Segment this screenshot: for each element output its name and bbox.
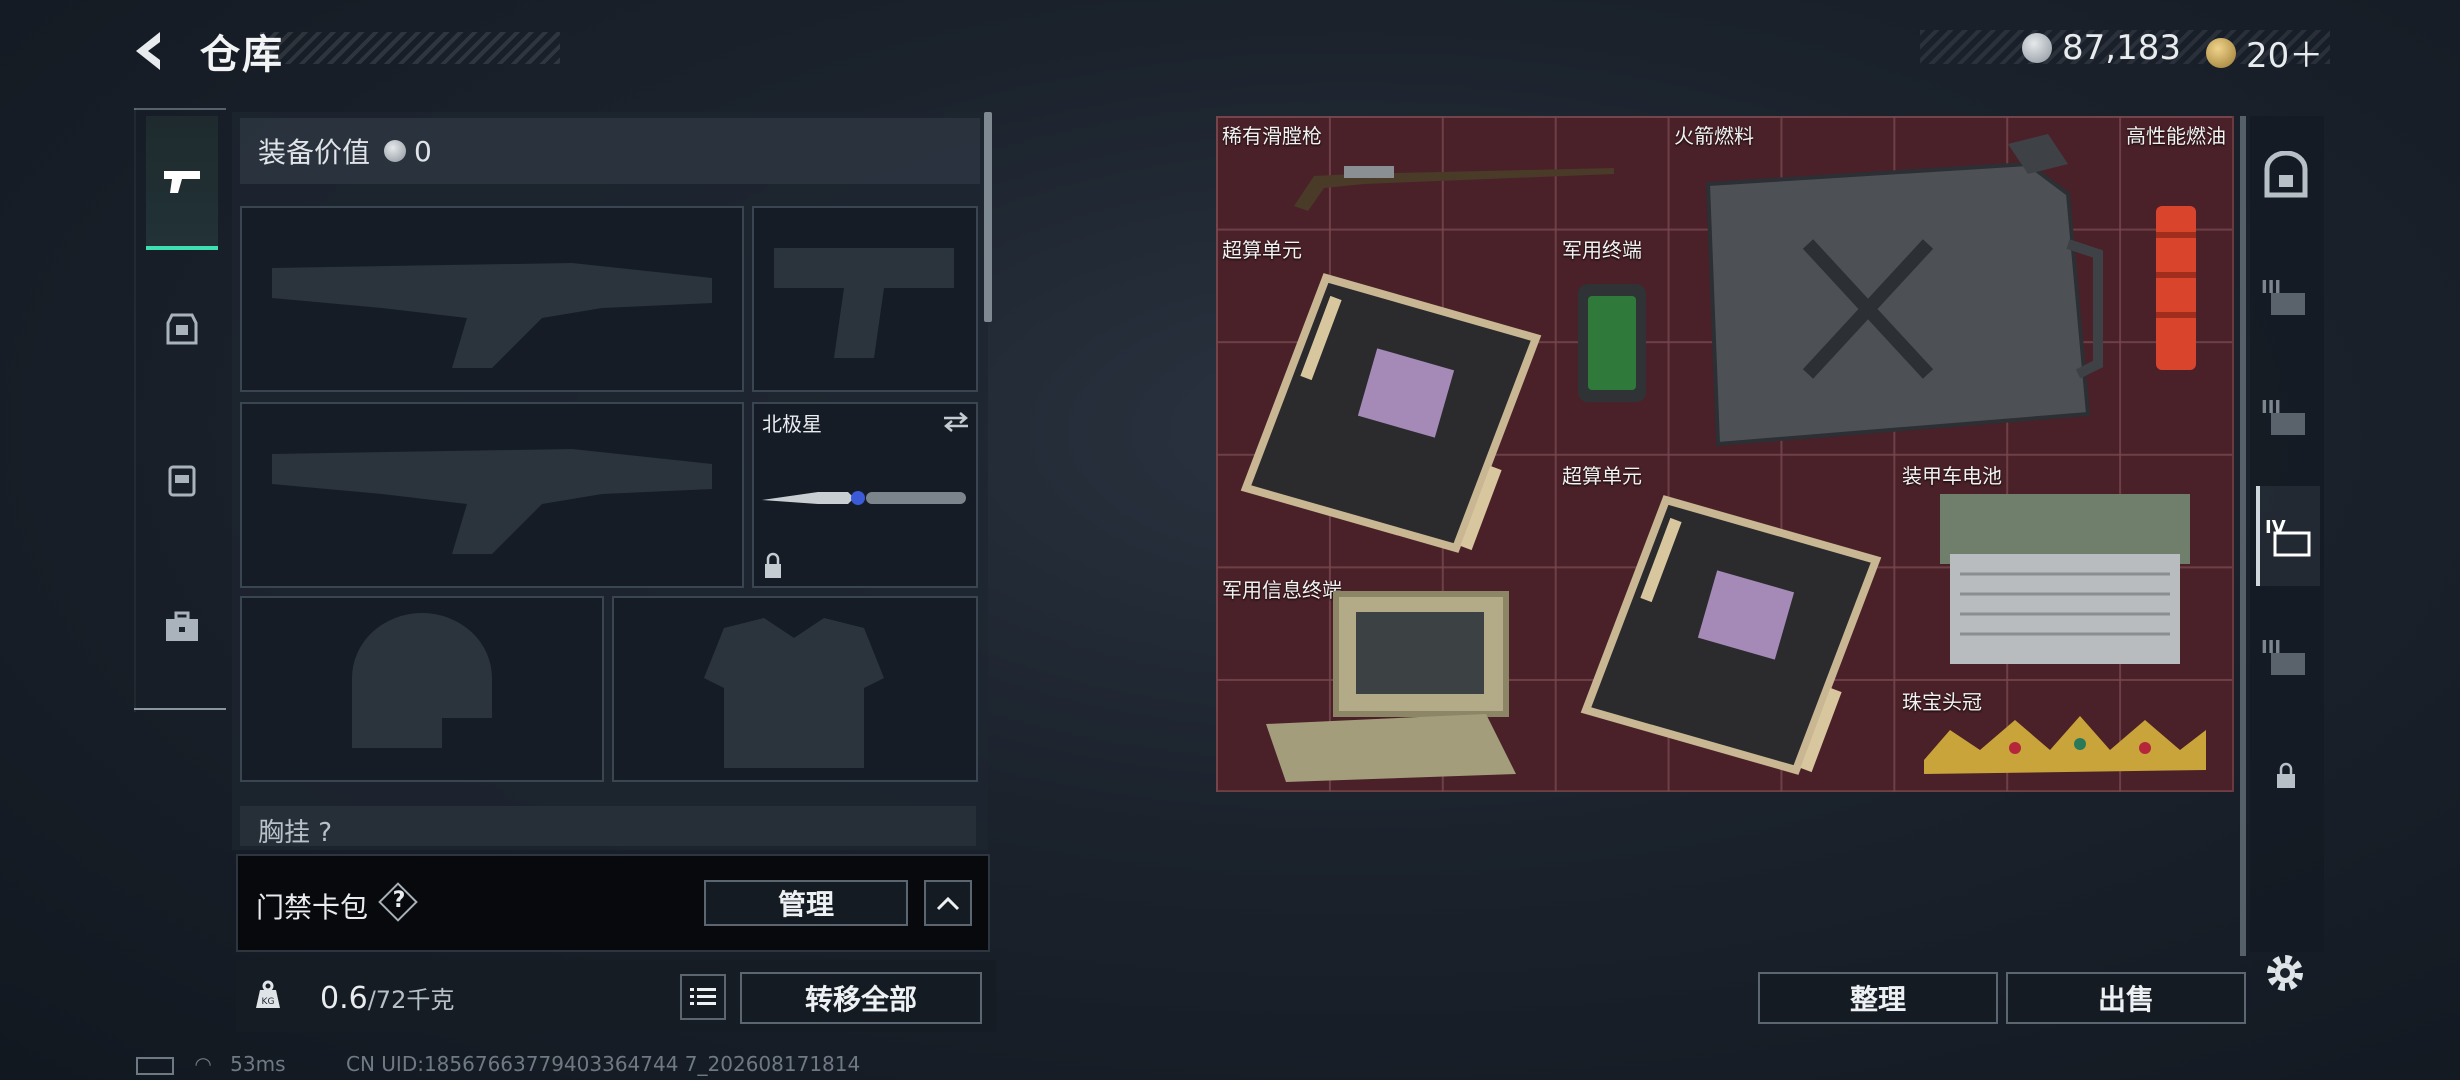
wifi-icon: ◠	[194, 1052, 212, 1076]
jeweled-crown-icon	[1924, 716, 2206, 774]
tab-locked-page[interactable]	[2256, 726, 2316, 826]
keycard-label: 门禁卡包	[256, 891, 369, 924]
lock-icon	[2277, 762, 2295, 788]
helmet-silhouette-icon	[352, 613, 492, 748]
stash-item[interactable]: 超算单元	[1216, 230, 1556, 570]
chest-rig-slot[interactable]	[240, 806, 976, 846]
chevron-up-icon	[936, 896, 960, 911]
gold-amount: 20＋	[2246, 36, 2324, 76]
silver-coin-icon	[2022, 33, 2052, 63]
pistol-silhouette-icon	[774, 248, 954, 358]
tab-rig[interactable]	[146, 264, 218, 394]
swap-icon[interactable]	[940, 410, 972, 434]
armor-slot[interactable]	[612, 596, 978, 782]
weight-icon: KG	[256, 980, 280, 1008]
keycard-manage-button[interactable]: 管理	[704, 880, 908, 926]
knife-icon	[762, 491, 966, 505]
equipment-value-header: 装备价值 0	[240, 118, 980, 184]
stash-item[interactable]: 高性能燃油	[2120, 116, 2232, 456]
capacity-max: /72千克	[367, 986, 455, 1014]
vehicle-battery-icon	[1940, 494, 2190, 664]
equipment-scrollbar[interactable]	[984, 112, 992, 322]
list-icon	[690, 988, 716, 1005]
safe-box-icon	[2264, 151, 2308, 198]
tab-stash-page-4[interactable]: III	[2256, 606, 2316, 706]
stash-item[interactable]: 火箭燃料	[1668, 116, 2120, 456]
tab-safe-box[interactable]	[2256, 126, 2316, 226]
gold-coin-icon	[2206, 37, 2236, 68]
sell-button[interactable]: 出售	[2006, 972, 2246, 1024]
supercomputer-board-icon	[1580, 495, 1882, 775]
currency-silver: 87,183	[2022, 28, 2181, 68]
stash-item[interactable]: 稀有滑膛枪	[1216, 116, 1668, 230]
capacity-current: 0.6	[320, 981, 368, 1016]
stash-item[interactable]: 超算单元	[1556, 456, 1896, 792]
list-view-button[interactable]	[680, 974, 726, 1020]
secondary-weapon-slot[interactable]	[240, 402, 744, 588]
melee-name: 北极星	[762, 412, 822, 436]
item-name: 军用终端	[1562, 238, 1642, 262]
rifle-silhouette-icon	[272, 263, 712, 368]
equipment-value-label: 装备价值	[258, 136, 371, 169]
gear-icon[interactable]	[2262, 950, 2308, 996]
silver-coin-icon	[384, 140, 407, 162]
stash-page-icon: III	[2261, 277, 2305, 315]
capacity-value: 0.6/72千克	[320, 980, 454, 1016]
stash-item[interactable]: 装甲车电池	[1896, 456, 2232, 682]
tab-stash-page-2[interactable]: III	[2256, 366, 2316, 466]
rig-icon	[166, 313, 198, 345]
item-name: 高性能燃油	[2126, 124, 2226, 148]
keycard-collapse-button[interactable]	[924, 880, 972, 926]
user-uid: CN UID:18567663779403364744 7_2026081718…	[346, 1052, 861, 1076]
primary-weapon-slot[interactable]	[240, 206, 744, 392]
briefcase-icon	[166, 611, 198, 641]
silver-amount: 87,183	[2062, 28, 2181, 68]
stash-item[interactable]: 军用信息终端	[1216, 570, 1556, 792]
pistol-icon	[164, 171, 200, 193]
title-decoration	[260, 32, 560, 64]
equipment-value-amount: 0	[414, 134, 432, 168]
military-terminal-icon	[1578, 284, 1646, 402]
supercomputer-board-icon	[1240, 273, 1542, 553]
tab-backpack[interactable]	[146, 414, 218, 544]
fuel-canister-icon	[1705, 134, 2103, 447]
stash-item[interactable]: 军用终端	[1556, 230, 1668, 456]
stash-item[interactable]: 珠宝头冠	[1896, 682, 2232, 792]
backpack-icon	[168, 465, 196, 497]
musket-icon	[1294, 166, 1614, 211]
tab-stash-page-3[interactable]: IV	[2256, 486, 2320, 586]
tab-weapons[interactable]	[146, 116, 218, 250]
helmet-slot[interactable]	[240, 596, 604, 782]
currency-gold: 20＋	[2206, 28, 2323, 77]
tab-case[interactable]	[146, 562, 218, 692]
pistol-slot[interactable]	[752, 206, 978, 392]
sidebar-divider-bottom	[134, 708, 226, 710]
back-arrow-icon[interactable]	[128, 28, 174, 74]
lock-icon	[765, 552, 781, 578]
network-status: ◠ 53ms	[136, 1052, 286, 1076]
stash-page-icon: III	[2261, 397, 2305, 435]
transfer-all-button[interactable]: 转移全部	[740, 972, 982, 1024]
ping-value: 53ms	[230, 1052, 286, 1076]
svg-text:KG: KG	[262, 997, 275, 1007]
chest-rig-label: 胸挂 ?	[258, 818, 333, 848]
left-sidebar	[134, 108, 228, 712]
help-question-mark: ?	[392, 888, 406, 913]
stash-page-icon: IV	[2265, 517, 2311, 557]
fuel-cartridge-icon	[2156, 206, 2196, 370]
stash-page-icon: III	[2261, 637, 2305, 675]
field-laptop-icon	[1266, 591, 1516, 782]
melee-slot[interactable]: 北极星	[752, 402, 978, 588]
rifle-silhouette-icon	[272, 449, 712, 554]
sort-button[interactable]: 整理	[1758, 972, 1998, 1024]
armor-silhouette-icon	[704, 618, 884, 768]
stash-scrollbar[interactable]	[2240, 116, 2246, 956]
tab-stash-page-1[interactable]: III	[2256, 246, 2316, 346]
battery-icon	[136, 1056, 174, 1075]
page-title: 仓库	[200, 32, 284, 78]
